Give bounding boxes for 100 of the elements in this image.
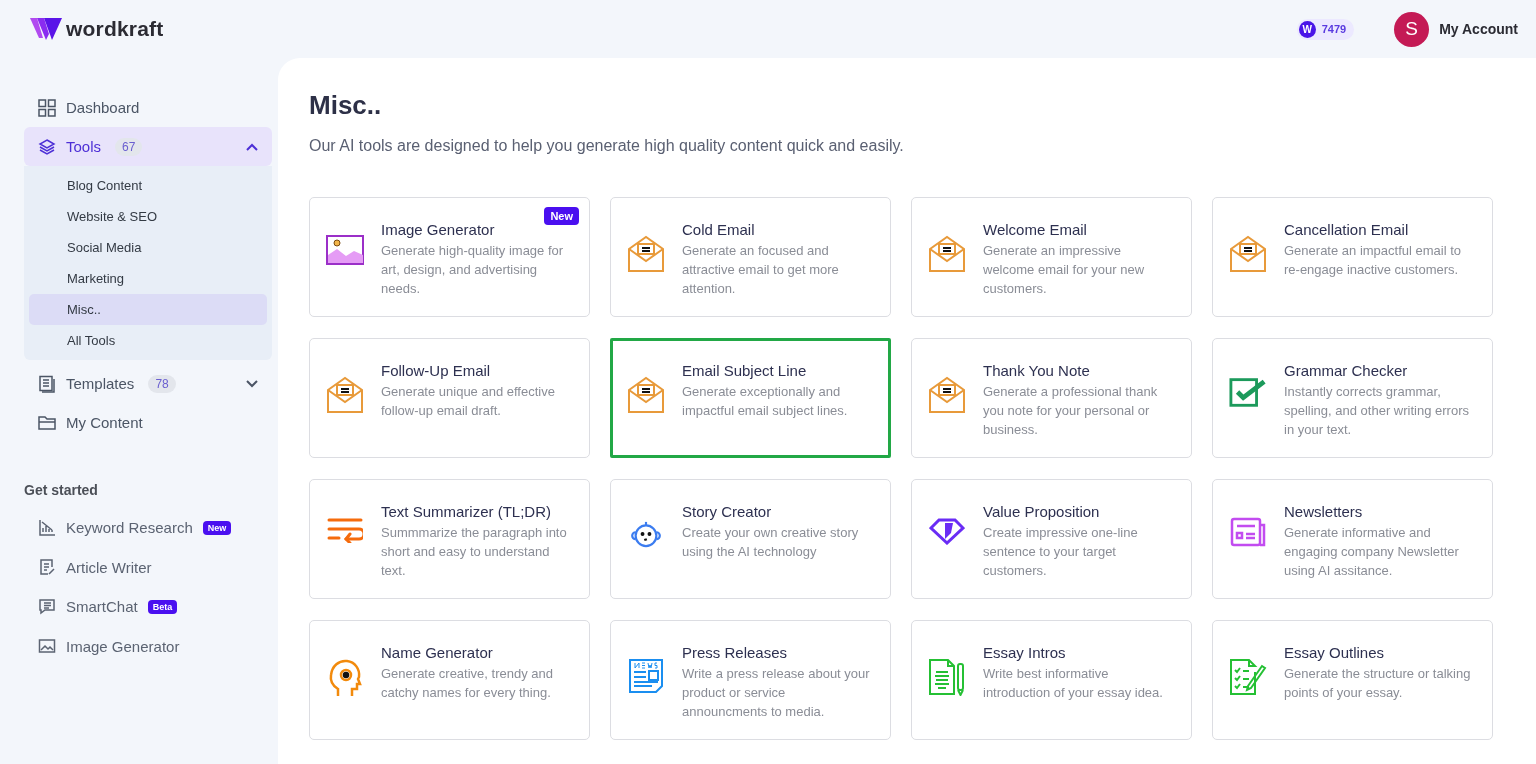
document-pencil-icon [928, 658, 966, 696]
card-description: Create your own creative story using the AI technology [682, 524, 860, 561]
sidebar-item[interactable]: Templates 78 [24, 364, 272, 403]
card-description: Create impressive one-line sentence to your target customers. [983, 524, 1139, 580]
sidebar-link[interactable]: Keyword Research [66, 519, 193, 537]
document-icon [38, 374, 56, 393]
sidebar-link[interactable]: SmartChat [66, 598, 138, 616]
card-description: Generate an impactful email to re-engage inactive customers. [1284, 242, 1463, 279]
tool-card[interactable]: Newsletters Generate informative and engaging company Newsletter using AI assitance. [1212, 479, 1493, 599]
sidebar-label: Templates [66, 375, 135, 392]
card-description: Summmarize the paragraph into short and easy to understand text. [381, 524, 568, 580]
section-heading: Get started [24, 482, 99, 498]
card-description: Generate unique and effective follow-up email draft. [381, 383, 556, 420]
grid-icon [38, 98, 56, 117]
page-subtitle: Our AI tools are designed to help you generate high quality content quick and easily. [309, 137, 905, 155]
sidebar-item[interactable]: Dashboard [24, 88, 272, 127]
sidebar-label: My Content [66, 414, 143, 431]
layers-icon [38, 137, 56, 156]
brand-name: wordkraft [66, 17, 164, 41]
tool-card[interactable]: Follow-Up Email Generate unique and effective follow-up email draft. [309, 338, 590, 458]
tool-card[interactable]: Story Creator Create your own creative story using the AI technology [610, 479, 891, 599]
card-title: Story Creator [682, 503, 773, 520]
folder-icon [38, 413, 56, 432]
card-description: Generate exceptionally and impactful email subject lines. [682, 383, 849, 420]
submenu-item[interactable]: Website & SEO [29, 201, 267, 232]
submenu-item[interactable]: Marketing [29, 263, 267, 294]
account-link[interactable]: My Account [1439, 21, 1518, 37]
newspaper-icon [628, 658, 664, 694]
card-description: Generate creative, trendy and catchy names for every thing. [381, 665, 554, 702]
envelope-icon [1229, 235, 1267, 273]
tool-card[interactable]: Essay Outlines Generate the structure or talking points of your essay. [1212, 620, 1493, 740]
card-title: Press Releases [682, 644, 789, 661]
card-title: Essay Intros [983, 644, 1067, 661]
sidebar-item[interactable]: Tools 67 [24, 127, 272, 166]
tool-card[interactable]: Essay Intros Write best informative introduction of your essay idea. [911, 620, 1192, 740]
chevron-down-icon[interactable] [246, 379, 258, 388]
credit-count: 7479 [1321, 23, 1347, 35]
sidebar-label: Tools [66, 138, 102, 155]
card-description: Generate informative and engaging company Newsletter using AI assitance. [1284, 524, 1460, 580]
card-title: Image Generator [381, 221, 496, 238]
card-title: Follow-Up Email [381, 362, 492, 379]
tool-card[interactable]: Email Subject Line Generate exceptionally and impactful email subject lines. [610, 338, 891, 458]
envelope-icon [627, 235, 665, 273]
image-icon [326, 235, 364, 267]
tool-card[interactable]: Grammar Checker Instantly corrects grammar, spelling, and other writing errors in your text. [1212, 338, 1493, 458]
card-title: Essay Outlines [1284, 644, 1386, 661]
card-description: Write a press release about your product or service announcments to media. [682, 665, 871, 721]
tag-badge: New [202, 520, 232, 535]
card-title: Welcome Email [983, 221, 1088, 238]
tool-card[interactable]: Welcome Email Generate an impressive welcome email for your new customers. [911, 197, 1192, 317]
logo-icon [30, 18, 62, 40]
chevron-up-icon[interactable] [246, 142, 258, 151]
submenu-item[interactable]: All Tools [29, 325, 267, 356]
card-title: Grammar Checker [1284, 362, 1409, 379]
card-title: Text Summarizer (TL;DR) [381, 503, 553, 520]
page-title: Misc.. [309, 90, 383, 121]
sidebar-link[interactable]: Article Writer [66, 558, 152, 576]
avatar[interactable]: S [1394, 11, 1430, 47]
diamond-icon [929, 517, 965, 545]
card-description: Write best informative introduction of your essay idea. [983, 665, 1164, 702]
new-badge: New [544, 207, 579, 225]
head-gear-icon [328, 658, 362, 698]
checklist-pen-icon [1229, 658, 1267, 696]
tool-card[interactable]: Press Releases Write a press release about your product or service announcments to media. [610, 620, 891, 740]
newsletter-icon [1230, 517, 1266, 547]
submenu-item[interactable]: Social Media [29, 232, 267, 263]
sidebar-label: Dashboard [66, 99, 140, 116]
card-title: Thank You Note [983, 362, 1091, 379]
envelope-icon [326, 376, 364, 414]
credit-coin: W [1298, 20, 1316, 38]
card-title: Value Proposition [983, 503, 1101, 520]
sidebar-link[interactable]: Image Generator [66, 637, 180, 655]
card-description: Generate an impressive welcome email for your new customers. [983, 242, 1146, 298]
card-description: Generate the structure or talking points of your essay. [1284, 665, 1472, 702]
card-title: Cold Email [682, 221, 756, 238]
submenu-item[interactable]: Blog Content [29, 170, 267, 201]
tool-card[interactable]: Name Generator Generate creative, trendy and catchy names for every thing. [309, 620, 590, 740]
envelope-icon [627, 376, 665, 414]
card-title: Name Generator [381, 644, 494, 661]
tool-card[interactable]: Image Generator Generate high-quality image for art, design, and advertising needs. New [309, 197, 590, 317]
text-wrap-icon [327, 517, 363, 543]
card-description: Generate an focused and attractive email to get more attention. [682, 242, 840, 298]
tool-card[interactable]: Cancellation Email Generate an impactful email to re-engage inactive customers. [1212, 197, 1493, 317]
image-icon [38, 637, 56, 656]
card-description: Instantly corrects grammar, spelling, and other writing errors in your text. [1284, 383, 1470, 439]
envelope-icon [928, 235, 966, 273]
tag-badge: Beta [147, 599, 178, 614]
tool-card[interactable]: Cold Email Generate an focused and attractive email to get more attention. [610, 197, 891, 317]
tool-card[interactable]: Thank You Note Generate a professional thank you note for your personal or business. [911, 338, 1192, 458]
card-description: Generate a professional thank you note for your personal or business. [983, 383, 1159, 439]
sidebar-item[interactable]: My Content [24, 403, 272, 442]
card-title: Newsletters [1284, 503, 1364, 520]
checkbox-tick-icon [1229, 376, 1267, 408]
submenu-item[interactable]: Misc.. [29, 294, 267, 325]
envelope-icon [928, 376, 966, 414]
bar-chart-icon [38, 518, 56, 537]
tool-card[interactable]: Text Summarizer (TL;DR) Summmarize the paragraph into short and easy to understand text. [309, 479, 590, 599]
chat-icon [38, 597, 56, 616]
count-badge: 78 [148, 374, 176, 393]
tool-card[interactable]: Value Proposition Create impressive one-line sentence to your target customers. [911, 479, 1192, 599]
